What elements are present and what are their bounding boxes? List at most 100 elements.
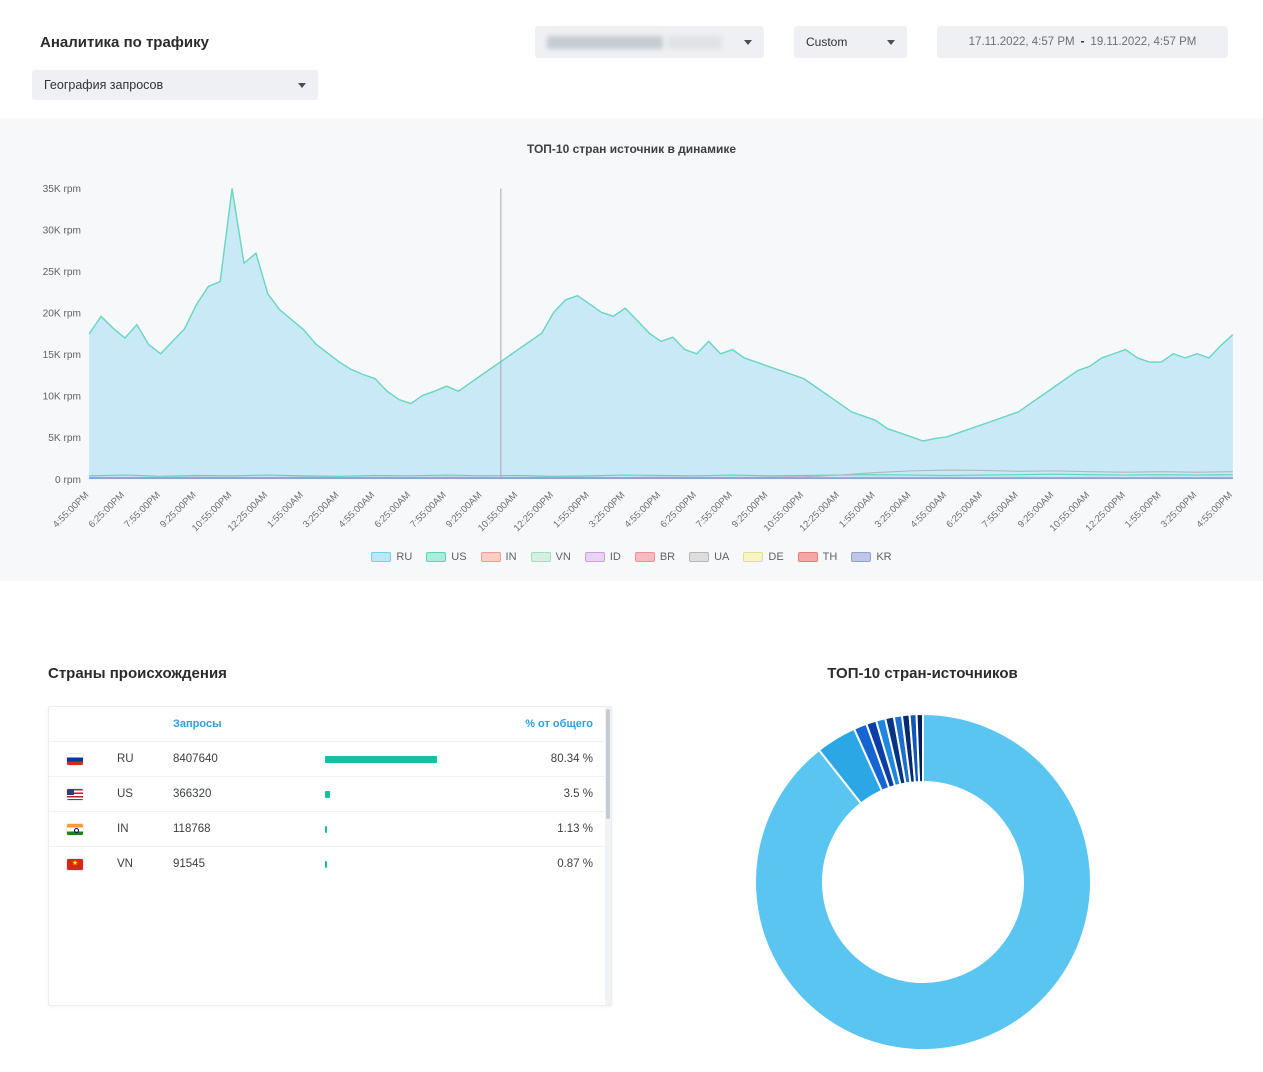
flag-vn-icon [67,859,83,870]
svg-text:5K rpm: 5K rpm [48,433,81,444]
series-area-RU [89,188,1233,479]
requests-bar [325,826,327,833]
country-row-vn: VN915450.87 % [49,846,611,881]
chart-title: ТОП-10 стран источник в динамике [20,142,1243,156]
svg-text:25K rpm: 25K rpm [43,267,81,278]
legend-item-KR[interactable]: KR [851,551,891,563]
percent-value: 1.13 % [481,823,593,835]
redacted-value-2 [668,36,722,49]
svg-text:15K rpm: 15K rpm [43,350,81,361]
svg-text:4:55:00PM: 4:55:00PM [51,490,91,530]
svg-text:30K rpm: 30K rpm [43,226,81,237]
traffic-area-chart[interactable]: 35K rpm 30K rpm 25K rpm 20K rpm 15K rpm 10K r… [20,160,1243,551]
svg-text:20K rpm: 20K rpm [43,309,81,320]
requests-value: 366320 [173,788,325,800]
date-to: 19.11.2022, 4:57 PM [1090,36,1196,48]
bottom-section: Страны происхождения Запросы % от общего… [0,665,1263,1072]
svg-text:7:55:00PM: 7:55:00PM [694,490,734,530]
legend-swatch-BR [635,552,655,562]
svg-text:6:25:00AM: 6:25:00AM [372,490,412,530]
legend-label: ID [610,551,621,563]
percent-value: 3.5 % [481,788,593,800]
legend-swatch-RU [371,552,391,562]
y-axis-labels: 35K rpm 30K rpm 25K rpm 20K rpm 15K rpm 10K r… [43,184,81,486]
chart-legend: RU US IN VN ID BR UA DE TH KR [20,551,1243,563]
column-header-requests[interactable]: Запросы [173,718,325,730]
country-row-ru: RU840764080.34 % [49,741,611,776]
legend-label: BR [660,551,675,563]
svg-text:10K rpm: 10K rpm [43,392,81,403]
area-chart-svg: 35K rpm 30K rpm 25K rpm 20K rpm 15K rpm 10K r… [20,160,1243,551]
legend-swatch-IN [481,552,501,562]
date-from: 17.11.2022, 4:57 PM [969,36,1075,48]
svg-text:3:25:00AM: 3:25:00AM [301,490,341,530]
table-section-title: Страны происхождения [48,665,612,682]
legend-item-IN[interactable]: IN [481,551,517,563]
requests-bar [325,861,327,868]
svg-text:3:25:00AM: 3:25:00AM [873,490,913,530]
flag-in-icon [67,824,83,835]
svg-text:6:25:00PM: 6:25:00PM [658,490,698,530]
legend-label: UA [714,551,729,563]
donut-section-title: ТОП-10 стран-источников [612,665,1233,682]
legend-item-ID[interactable]: ID [585,551,621,563]
country-code: RU [117,753,173,765]
legend-label: IN [506,551,517,563]
header-controls: Custom 17.11.2022, 4:57 PM - 19.11.2022,… [535,26,1228,58]
country-code: US [117,788,173,800]
table-scrollbar[interactable] [605,707,611,1005]
requests-bar [325,756,437,763]
svg-text:1:55:00PM: 1:55:00PM [551,490,591,530]
workspace-select[interactable] [535,26,764,58]
legend-label: TH [823,551,838,563]
legend-item-UA[interactable]: UA [689,551,729,563]
percent-value: 0.87 % [481,858,593,870]
legend-swatch-UA [689,552,709,562]
date-range-input[interactable]: 17.11.2022, 4:57 PM - 19.11.2022, 4:57 P… [937,26,1228,58]
column-header-percent[interactable]: % от общего [481,718,593,730]
redacted-value [547,36,663,49]
legend-label: KR [876,551,891,563]
svg-text:3:25:00PM: 3:25:00PM [587,490,627,530]
country-code: IN [117,823,173,835]
report-type-select[interactable]: География запросов [32,70,318,100]
svg-text:1:55:00AM: 1:55:00AM [265,490,305,530]
legend-swatch-DE [743,552,763,562]
svg-text:7:55:00PM: 7:55:00PM [122,490,162,530]
legend-item-BR[interactable]: BR [635,551,675,563]
top10-donut-chart[interactable] [612,692,1233,1072]
chevron-down-icon [298,83,306,88]
legend-item-RU[interactable]: RU [371,551,412,563]
flag-us-icon [67,789,83,800]
scrollbar-thumb[interactable] [606,709,610,819]
legend-swatch-VN [531,552,551,562]
legend-label: US [451,551,466,563]
svg-text:4:55:00PM: 4:55:00PM [623,490,663,530]
legend-item-DE[interactable]: DE [743,551,783,563]
legend-item-US[interactable]: US [426,551,466,563]
chevron-down-icon [744,40,752,45]
legend-item-TH[interactable]: TH [798,551,838,563]
svg-text:7:55:00AM: 7:55:00AM [980,490,1020,530]
countries-table: Запросы % от общего RU840764080.34 %US36… [48,706,612,1006]
topbar: Аналитика по трафику Custom 17.11.2022, … [0,0,1263,58]
x-axis-labels: 4:55:00PM6:25:00PM7:55:00PM9:25:00PM10:5… [51,490,1235,534]
legend-swatch-TH [798,552,818,562]
chevron-down-icon [887,40,895,45]
table-body: RU840764080.34 %US3663203.5 %IN1187681.1… [49,741,611,881]
range-preset-select[interactable]: Custom [794,26,907,58]
flag-ru-icon [67,754,83,765]
svg-text:6:25:00AM: 6:25:00AM [944,490,984,530]
donut-svg [733,692,1113,1072]
svg-text:0 rpm: 0 rpm [55,475,81,486]
svg-text:1:55:00PM: 1:55:00PM [1123,490,1163,530]
country-row-us: US366320 3.5 % [49,776,611,811]
range-preset-value: Custom [806,35,847,49]
page-title: Аналитика по трафику [40,34,209,51]
percent-value: 80.34 % [481,753,593,765]
legend-item-VN[interactable]: VN [531,551,571,563]
svg-text:4:55:00AM: 4:55:00AM [909,490,949,530]
legend-swatch-US [426,552,446,562]
top10-donut-panel: ТОП-10 стран-источников [612,665,1233,1072]
svg-text:35K rpm: 35K rpm [43,184,81,195]
